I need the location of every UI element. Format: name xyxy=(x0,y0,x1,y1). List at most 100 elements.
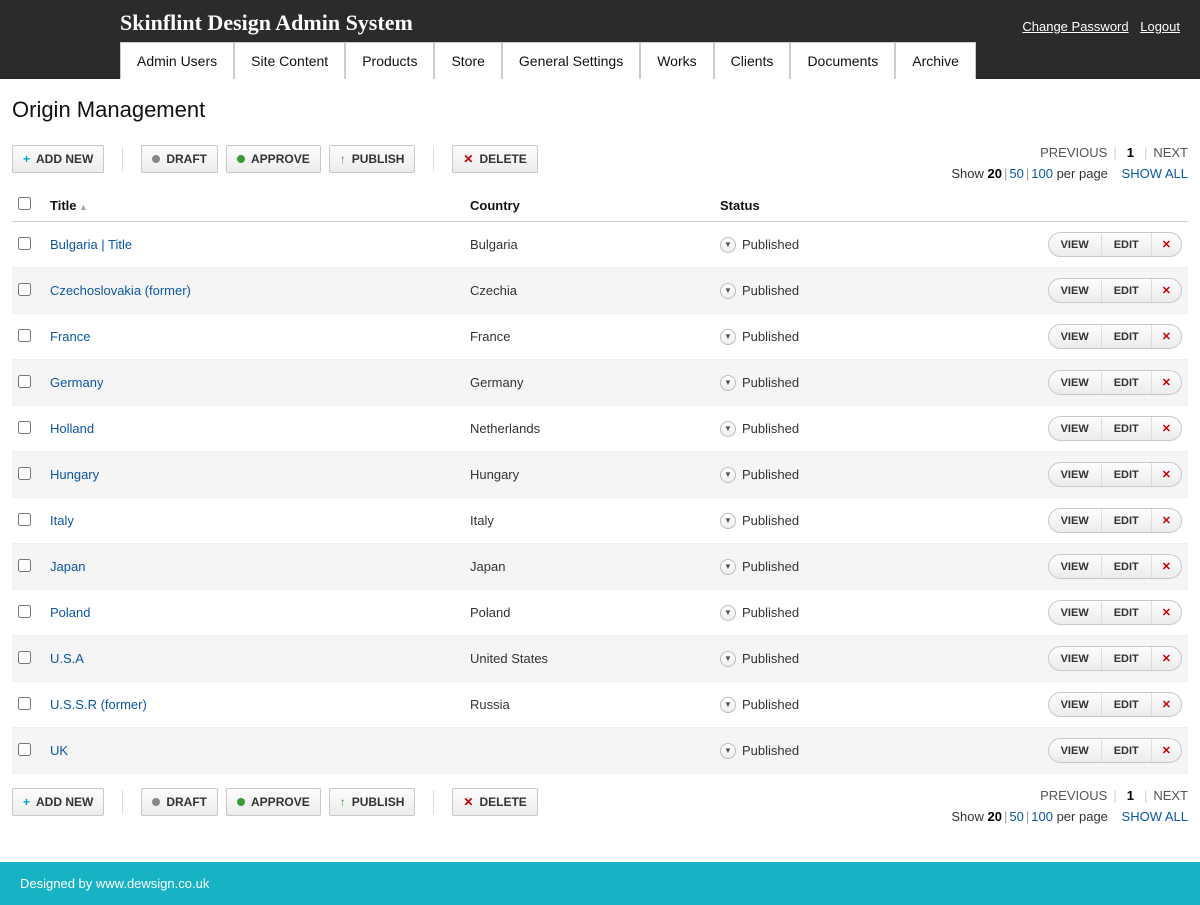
delete-row-button[interactable]: ✕ xyxy=(1151,647,1181,670)
per-page-20[interactable]: 20 xyxy=(988,166,1002,181)
view-button[interactable]: VIEW xyxy=(1049,372,1101,394)
view-button[interactable]: VIEW xyxy=(1049,740,1101,762)
status-dropdown-icon[interactable]: ▼ xyxy=(720,237,736,253)
status-dropdown-icon[interactable]: ▼ xyxy=(720,743,736,759)
status-dropdown-icon[interactable]: ▼ xyxy=(720,283,736,299)
title-link[interactable]: Bulgaria | Title xyxy=(50,237,132,252)
delete-row-button[interactable]: ✕ xyxy=(1151,279,1181,302)
view-button[interactable]: VIEW xyxy=(1049,694,1101,716)
row-checkbox[interactable] xyxy=(18,651,31,664)
row-checkbox[interactable] xyxy=(18,421,31,434)
next-link[interactable]: NEXT xyxy=(1153,788,1188,803)
row-checkbox[interactable] xyxy=(18,375,31,388)
nav-item[interactable]: Store xyxy=(434,42,501,79)
edit-button[interactable]: EDIT xyxy=(1101,740,1151,762)
status-dropdown-icon[interactable]: ▼ xyxy=(720,559,736,575)
view-button[interactable]: VIEW xyxy=(1049,326,1101,348)
title-link[interactable]: Japan xyxy=(50,559,85,574)
status-dropdown-icon[interactable]: ▼ xyxy=(720,651,736,667)
title-link[interactable]: Holland xyxy=(50,421,94,436)
edit-button[interactable]: EDIT xyxy=(1101,326,1151,348)
nav-item[interactable]: Works xyxy=(640,42,713,79)
col-country[interactable]: Country xyxy=(464,189,714,222)
publish-button[interactable]: ↑PUBLISH xyxy=(329,788,416,816)
row-checkbox[interactable] xyxy=(18,559,31,572)
title-link[interactable]: U.S.S.R (former) xyxy=(50,697,147,712)
approve-button[interactable]: APPROVE xyxy=(226,788,321,816)
change-password-link[interactable]: Change Password xyxy=(1022,19,1128,34)
row-checkbox[interactable] xyxy=(18,605,31,618)
col-status[interactable]: Status xyxy=(714,189,994,222)
edit-button[interactable]: EDIT xyxy=(1101,280,1151,302)
title-link[interactable]: UK xyxy=(50,743,68,758)
nav-item[interactable]: Clients xyxy=(714,42,791,79)
status-dropdown-icon[interactable]: ▼ xyxy=(720,697,736,713)
previous-link[interactable]: PREVIOUS xyxy=(1040,788,1107,803)
edit-button[interactable]: EDIT xyxy=(1101,464,1151,486)
row-checkbox[interactable] xyxy=(18,513,31,526)
edit-button[interactable]: EDIT xyxy=(1101,602,1151,624)
nav-item[interactable]: Admin Users xyxy=(120,42,234,79)
view-button[interactable]: VIEW xyxy=(1049,648,1101,670)
nav-item[interactable]: Products xyxy=(345,42,434,79)
delete-button[interactable]: ✕DELETE xyxy=(452,788,537,816)
row-checkbox[interactable] xyxy=(18,743,31,756)
col-title[interactable]: Title xyxy=(44,189,464,222)
delete-row-button[interactable]: ✕ xyxy=(1151,417,1181,440)
nav-item[interactable]: Site Content xyxy=(234,42,345,79)
title-link[interactable]: U.S.A xyxy=(50,651,84,666)
title-link[interactable]: Germany xyxy=(50,375,103,390)
view-button[interactable]: VIEW xyxy=(1049,418,1101,440)
view-button[interactable]: VIEW xyxy=(1049,602,1101,624)
draft-button[interactable]: DRAFT xyxy=(141,145,218,173)
footer-link[interactable]: www.dewsign.co.uk xyxy=(96,876,209,891)
delete-row-button[interactable]: ✕ xyxy=(1151,463,1181,486)
nav-item[interactable]: General Settings xyxy=(502,42,640,79)
show-all-link[interactable]: SHOW ALL xyxy=(1122,809,1188,824)
publish-button[interactable]: ↑PUBLISH xyxy=(329,145,416,173)
status-dropdown-icon[interactable]: ▼ xyxy=(720,605,736,621)
status-dropdown-icon[interactable]: ▼ xyxy=(720,513,736,529)
edit-button[interactable]: EDIT xyxy=(1101,694,1151,716)
add-new-button[interactable]: +ADD NEW xyxy=(12,788,104,816)
row-checkbox[interactable] xyxy=(18,697,31,710)
delete-row-button[interactable]: ✕ xyxy=(1151,371,1181,394)
per-page-50[interactable]: 50 xyxy=(1009,166,1023,181)
next-link[interactable]: NEXT xyxy=(1153,145,1188,160)
nav-item[interactable]: Archive xyxy=(895,42,976,79)
row-checkbox[interactable] xyxy=(18,283,31,296)
view-button[interactable]: VIEW xyxy=(1049,464,1101,486)
per-page-100[interactable]: 100 xyxy=(1031,809,1053,824)
view-button[interactable]: VIEW xyxy=(1049,280,1101,302)
status-dropdown-icon[interactable]: ▼ xyxy=(720,375,736,391)
row-checkbox[interactable] xyxy=(18,329,31,342)
approve-button[interactable]: APPROVE xyxy=(226,145,321,173)
edit-button[interactable]: EDIT xyxy=(1101,418,1151,440)
delete-row-button[interactable]: ✕ xyxy=(1151,739,1181,762)
title-link[interactable]: Czechoslovakia (former) xyxy=(50,283,191,298)
delete-row-button[interactable]: ✕ xyxy=(1151,233,1181,256)
nav-item[interactable]: Documents xyxy=(790,42,895,79)
view-button[interactable]: VIEW xyxy=(1049,234,1101,256)
row-checkbox[interactable] xyxy=(18,237,31,250)
edit-button[interactable]: EDIT xyxy=(1101,372,1151,394)
delete-row-button[interactable]: ✕ xyxy=(1151,509,1181,532)
status-dropdown-icon[interactable]: ▼ xyxy=(720,467,736,483)
row-checkbox[interactable] xyxy=(18,467,31,480)
title-link[interactable]: France xyxy=(50,329,90,344)
per-page-100[interactable]: 100 xyxy=(1031,166,1053,181)
show-all-link[interactable]: SHOW ALL xyxy=(1122,166,1188,181)
title-link[interactable]: Italy xyxy=(50,513,74,528)
delete-row-button[interactable]: ✕ xyxy=(1151,325,1181,348)
delete-row-button[interactable]: ✕ xyxy=(1151,693,1181,716)
delete-row-button[interactable]: ✕ xyxy=(1151,601,1181,624)
view-button[interactable]: VIEW xyxy=(1049,556,1101,578)
logout-link[interactable]: Logout xyxy=(1140,19,1180,34)
draft-button[interactable]: DRAFT xyxy=(141,788,218,816)
edit-button[interactable]: EDIT xyxy=(1101,234,1151,256)
edit-button[interactable]: EDIT xyxy=(1101,510,1151,532)
status-dropdown-icon[interactable]: ▼ xyxy=(720,421,736,437)
edit-button[interactable]: EDIT xyxy=(1101,648,1151,670)
per-page-50[interactable]: 50 xyxy=(1009,809,1023,824)
title-link[interactable]: Poland xyxy=(50,605,90,620)
